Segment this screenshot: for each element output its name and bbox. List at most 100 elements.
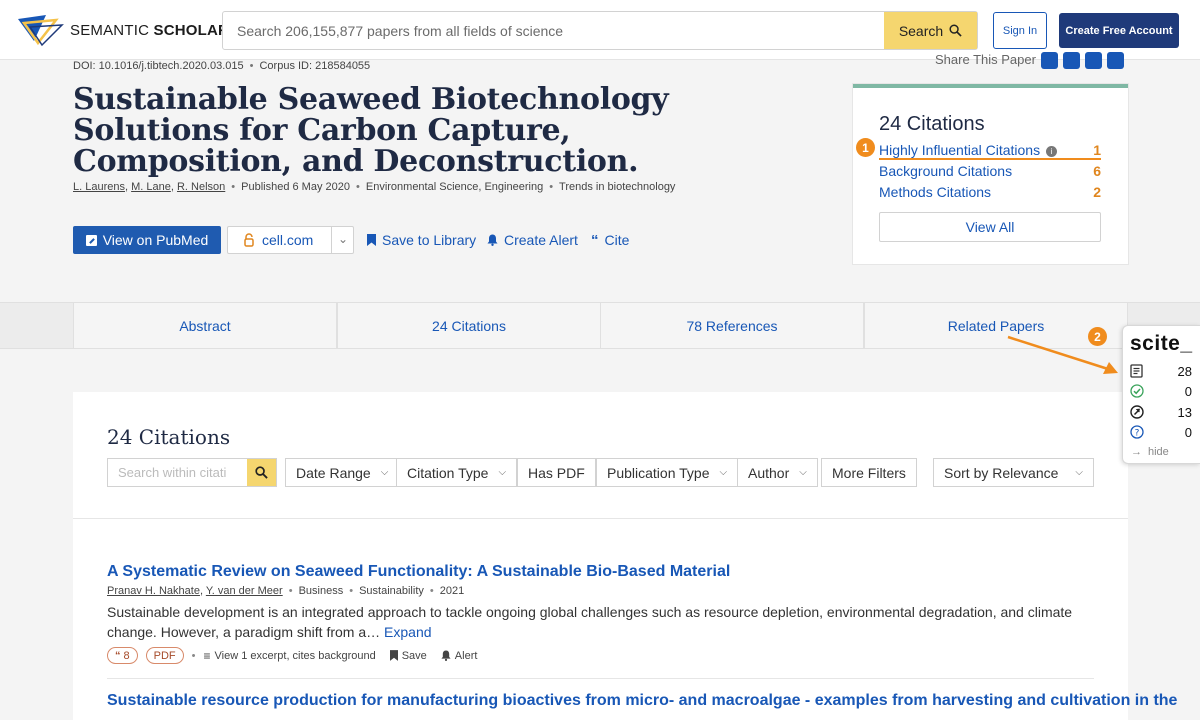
paper-identifiers: DOI: 10.1016/j.tibtech.2020.03.015 • Corpu…	[73, 60, 371, 72]
open-access-lock-icon	[244, 233, 254, 247]
logo-mark-icon	[18, 15, 64, 47]
view-on-pubmed-button[interactable]: View on PubMed	[73, 226, 221, 254]
top-nav: SEMANTIC SCHOLAR Search Sign In Create F…	[0, 0, 1200, 60]
citations-panel: 24 Citations Date Range⌵ Citation Type⌵ …	[73, 392, 1177, 720]
filter-publication-type[interactable]: Publication Type ⌵	[596, 458, 739, 487]
citation-search-button[interactable]	[247, 459, 276, 486]
annotation-badge-1: 1	[856, 138, 875, 157]
filter-label: Author	[748, 464, 790, 481]
document-icon	[1130, 364, 1143, 378]
publisher-label: cell.com	[262, 232, 314, 248]
cite-button[interactable]: “ Cite	[591, 226, 629, 254]
info-icon[interactable]: i	[1046, 145, 1058, 157]
author-link[interactable]: L. Laurens	[73, 181, 125, 193]
row-label: Highly Influential Citations	[879, 142, 1041, 158]
more-filters-button[interactable]: More Filters	[821, 458, 917, 487]
filter-citation-type[interactable]: Citation Type ⌵	[396, 458, 518, 487]
citation-count-badge[interactable]: “8	[107, 647, 138, 664]
publisher-link-button[interactable]: cell.com ⌄	[227, 226, 354, 254]
view-all-button[interactable]: View All	[879, 212, 1101, 242]
chevron-down-icon[interactable]: ⌄	[338, 232, 348, 246]
scite-hide-button[interactable]: → hide	[1131, 446, 1169, 458]
citations-panel-heading: 24 Citations	[107, 425, 231, 449]
author-link[interactable]: Y. van der Meer	[206, 585, 283, 597]
fields-of-study: Environmental Science, Engineering	[365, 181, 544, 193]
create-alert-label: Create Alert	[504, 232, 578, 248]
list-icon: ≡	[203, 648, 211, 663]
search-button[interactable]: Search	[884, 12, 977, 49]
filter-author[interactable]: Author ⌵	[737, 458, 818, 487]
panel-divider	[73, 518, 1128, 519]
email-icon[interactable]	[1107, 52, 1124, 69]
sort-select[interactable]: Sort by Relevance ⌵	[933, 458, 1094, 487]
scite-mentioning-row[interactable]: ? 0	[1130, 423, 1192, 441]
tab-citations[interactable]: 24 Citations	[337, 302, 601, 349]
svg-text:?: ?	[1135, 429, 1140, 439]
bookmark-icon	[389, 650, 398, 661]
result-save-button[interactable]: Save	[389, 650, 427, 662]
create-alert-button[interactable]: Create Alert	[487, 226, 578, 254]
scite-contrasting-row[interactable]: 13	[1130, 403, 1192, 421]
result-meta: Pranav H. Nakhate, Y. van der Meer • Busin…	[107, 585, 465, 597]
chevron-down-icon: ⌵	[799, 467, 807, 478]
save-to-library-label: Save to Library	[382, 232, 477, 248]
citation-search-input[interactable]	[118, 459, 246, 486]
citations-summary-card: 24 Citations Highly Influential Citation…	[853, 84, 1128, 264]
paper-title: Sustainable Seaweed Biotechnology Soluti…	[73, 82, 669, 179]
contrasting-icon	[1130, 405, 1144, 419]
doi: DOI: 10.1016/j.tibtech.2020.03.015	[73, 60, 244, 72]
create-account-button[interactable]: Create Free Account	[1059, 13, 1179, 48]
result-divider	[107, 678, 1094, 679]
methods-citations-row[interactable]: Methods Citations 2	[879, 184, 1101, 200]
highly-influential-citations-row[interactable]: Highly Influential Citations i 1	[879, 142, 1101, 160]
pubmed-label: View on PubMed	[102, 232, 209, 248]
result-title-link[interactable]: Sustainable resource production for manu…	[107, 692, 1177, 710]
filter-label: Citation Type	[407, 464, 489, 481]
quote-icon: “	[115, 649, 121, 662]
twitter-icon[interactable]	[1041, 52, 1058, 69]
pdf-badge[interactable]: PDF	[145, 647, 184, 664]
sign-in-button[interactable]: Sign In	[993, 12, 1047, 49]
chevron-down-icon: ⌵	[1075, 467, 1083, 478]
save-to-library-button[interactable]: Save to Library	[367, 226, 476, 254]
row-count: 6	[1093, 163, 1101, 179]
scite-supporting-row[interactable]: 0	[1130, 382, 1192, 400]
arrow-right-icon: →	[1131, 446, 1142, 458]
scite-logo: scite_	[1130, 332, 1193, 355]
supporting-check-icon	[1130, 384, 1144, 398]
chevron-down-icon: ⌵	[719, 467, 728, 478]
author-link[interactable]: M. Lane	[131, 181, 171, 193]
filter-label: Has PDF	[528, 464, 585, 481]
cite-label: Cite	[604, 232, 630, 248]
citation-search	[107, 458, 277, 487]
author-link[interactable]: R. Nelson	[177, 181, 225, 193]
background-citations-row[interactable]: Background Citations 6	[879, 163, 1101, 179]
tab-abstract[interactable]: Abstract	[73, 302, 337, 349]
search-button-label: Search	[898, 22, 944, 39]
author-link[interactable]: Pranav H. Nakhate	[107, 585, 200, 597]
semantic-scholar-logo[interactable]: SEMANTIC SCHOLAR	[16, 11, 229, 49]
share-label: Share This Paper	[935, 52, 1036, 67]
filter-label: Date Range	[296, 464, 371, 481]
question-icon: ?	[1130, 425, 1144, 439]
corpus-id: Corpus ID: 218584055	[259, 60, 371, 72]
main-search-input[interactable]	[237, 12, 877, 49]
reddit-icon[interactable]	[1085, 52, 1102, 69]
chevron-down-icon: ⌵	[380, 467, 389, 478]
scite-count: 0	[1184, 383, 1192, 399]
filter-date-range[interactable]: Date Range ⌵	[285, 458, 400, 487]
citation-count: 8	[123, 649, 130, 662]
result-title-link[interactable]: A Systematic Review on Seaweed Functiona…	[107, 563, 730, 581]
filter-has-pdf[interactable]: Has PDF	[517, 458, 596, 487]
expand-link[interactable]: Expand	[384, 624, 431, 640]
row-count: 1	[1093, 142, 1101, 158]
result-venue: Sustainability	[359, 585, 424, 597]
result-alert-button[interactable]: Alert	[441, 650, 477, 662]
view-excerpt-link[interactable]: ≡ View 1 excerpt, cites background	[203, 649, 375, 663]
scite-total-row[interactable]: 28	[1130, 362, 1192, 380]
result-year: 2021	[439, 585, 465, 597]
citations-card-title: 24 Citations	[879, 113, 985, 135]
scite-widget: scite_ 28 0 13 ? 0 → hide	[1122, 325, 1200, 464]
tab-references[interactable]: 78 References	[600, 302, 864, 349]
facebook-icon[interactable]	[1063, 52, 1080, 69]
